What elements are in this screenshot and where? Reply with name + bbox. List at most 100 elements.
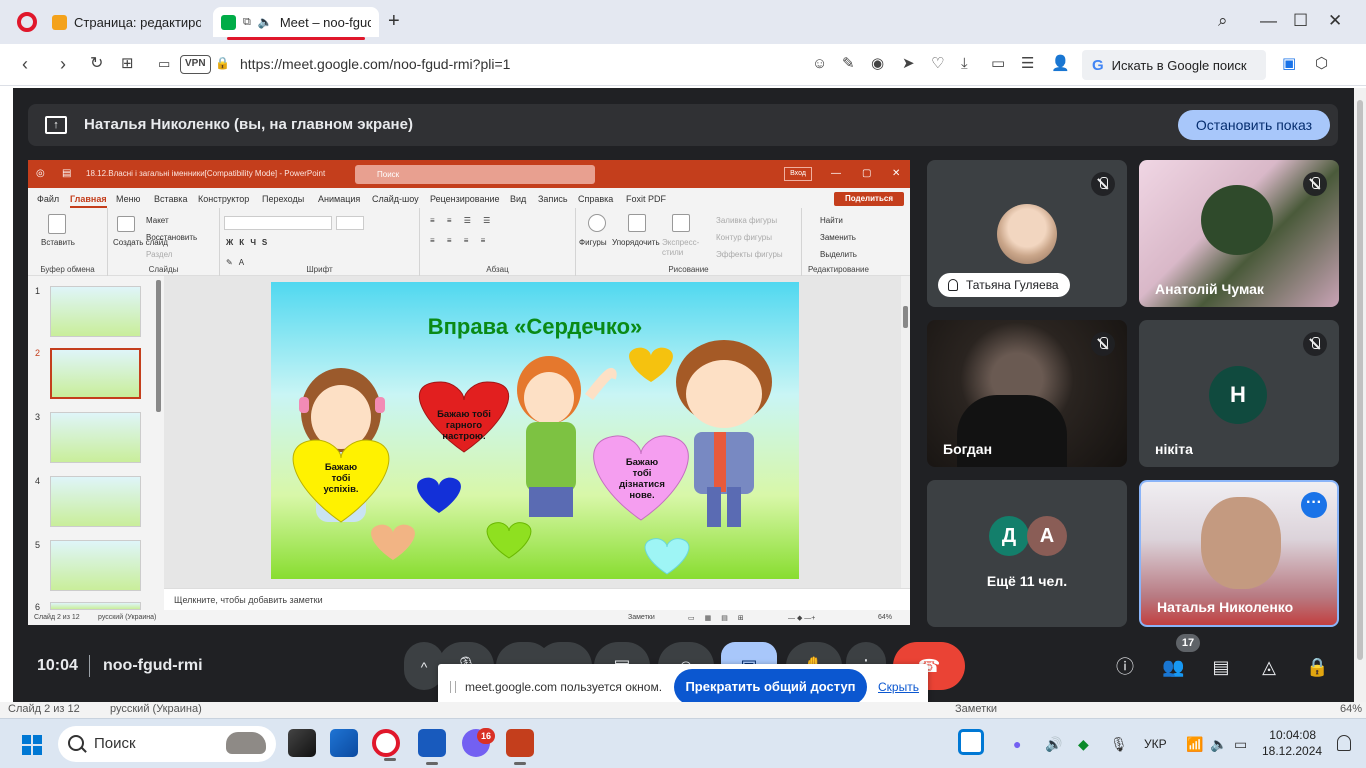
ghost-slide-counter: Слайд 2 из 12	[8, 703, 80, 715]
stop-presenting-button[interactable]: Остановить показ	[1178, 110, 1330, 140]
opera-taskbar-icon[interactable]	[372, 729, 400, 761]
easy-setup-icon[interactable]: ☰	[1021, 54, 1034, 74]
ppt-tab: Конструктор	[198, 194, 250, 204]
participant-tile-tatyana[interactable]: Татьяна Гуляева	[927, 160, 1127, 307]
send-icon[interactable]: ➤	[902, 54, 915, 74]
participant-count-badge: 17	[1176, 634, 1200, 652]
ppt-tab-home: Главная	[70, 194, 107, 208]
windows-start-icon[interactable]	[22, 735, 42, 755]
maximize-icon[interactable]: ☐	[1293, 10, 1308, 32]
snapshot-icon[interactable]: ◉	[871, 54, 884, 74]
opera-logo-icon[interactable]	[17, 12, 37, 32]
word-taskbar-icon[interactable]	[418, 729, 446, 765]
presenting-banner: ↑ Наталья Николенко (вы, на главном экра…	[28, 104, 1338, 146]
volume-tray-icon[interactable]: 🔊	[1045, 736, 1062, 753]
battery-tray-icon[interactable]: ▭	[1234, 736, 1247, 753]
boy-figure-right	[676, 340, 772, 527]
font-caption: Шрифт	[306, 265, 333, 274]
powerpoint-taskbar-icon[interactable]	[506, 729, 534, 765]
reload-icon[interactable]: ↻	[90, 53, 103, 75]
slide-thumbnail-pane: 1 2 3 4 5 6	[28, 276, 164, 612]
chat-icon[interactable]: ▤	[1210, 656, 1232, 678]
new-tab-button[interactable]: +	[388, 10, 400, 32]
vpn-badge[interactable]: VPN	[180, 55, 211, 74]
video-face-shape	[1201, 497, 1281, 589]
chevron-up-icon: ^	[420, 659, 428, 675]
thumb-number: 3	[35, 412, 41, 422]
participant-tile-bogdan[interactable]: Богдан	[927, 320, 1127, 467]
more-participants-tile[interactable]: Д А Ещё 11 чел.	[927, 480, 1127, 627]
security-tray-icon[interactable]: ◆	[1078, 736, 1089, 753]
speed-dial-icon[interactable]: ⊞	[121, 53, 134, 75]
viber-tray-icon[interactable]: ●	[1013, 736, 1021, 752]
stop-sharing-button[interactable]: Прекратить общий доступ	[674, 669, 867, 705]
paragraph-group: ≡ ≡ ☰ ☰ ≡ ≡ ≡ ≡ Абзац	[420, 208, 576, 276]
store-icon[interactable]	[330, 729, 358, 757]
google-logo-icon: G	[1092, 56, 1104, 74]
ppt-file-name: 18.12.Власні і загальні іменники[Compati…	[86, 169, 326, 178]
hide-notice-link[interactable]: Скрыть	[878, 680, 919, 694]
browser-search-icon[interactable]: ⌕	[1218, 10, 1228, 32]
camera-icon[interactable]: ▭	[158, 53, 170, 75]
speaker-tray-icon[interactable]: 🔈	[1210, 736, 1227, 753]
speaker-icon[interactable]: 🔈	[258, 15, 273, 29]
battery-icon[interactable]: ▭	[991, 54, 1005, 74]
page-scrollbar[interactable]	[1354, 88, 1366, 710]
tab-label: Meet – noo-fgud-r	[279, 14, 371, 30]
ppt-tab: Вид	[510, 194, 527, 204]
tab-sites-editor[interactable]: Страница: редактирован	[44, 7, 209, 37]
minimize-icon[interactable]: —	[1260, 10, 1277, 32]
autosave-icon: ◎	[36, 168, 45, 179]
quick-styles-label: Экспресс-стили	[662, 238, 700, 257]
input-language[interactable]: УКР	[1144, 737, 1167, 751]
task-view-icon[interactable]	[288, 729, 316, 757]
drag-handle-icon[interactable]	[450, 681, 456, 693]
meeting-info-icon[interactable]: ⓘ	[1114, 656, 1136, 678]
emoji-icon[interactable]: ☺	[812, 54, 827, 74]
participant-name: нікіта	[1155, 441, 1193, 457]
download-icon[interactable]: ⤓	[961, 54, 968, 74]
url-field[interactable]: https://meet.google.com/noo-fgud-rmi?pli…	[240, 56, 510, 72]
slides-caption: Слайды	[148, 265, 179, 274]
wifi-tray-icon[interactable]: 📶	[1186, 736, 1203, 753]
participant-tile-anatoliy[interactable]: Анатолій Чумак	[1139, 160, 1339, 307]
edit-icon[interactable]: ✎	[842, 54, 855, 74]
paste-label: Вставить	[41, 238, 75, 247]
slide-thumbnail-4	[50, 476, 141, 527]
host-controls-icon[interactable]: 🔒	[1306, 656, 1328, 678]
activities-icon[interactable]: ◬	[1258, 656, 1280, 678]
close-window-icon[interactable]: ✕	[1328, 10, 1342, 32]
tab-google-meet[interactable]: ⧉ 🔈 Meet – noo-fgud-r	[213, 7, 379, 40]
google-search-box[interactable]: G Искать в Google поиск	[1082, 50, 1266, 80]
scrollbar-thumb[interactable]	[1357, 100, 1363, 660]
snap-layout-icon[interactable]	[958, 729, 984, 755]
extensions-icon[interactable]: ⬡	[1315, 54, 1328, 74]
people-icon[interactable]: 👥	[1162, 656, 1184, 678]
windows-taskbar: Поиск 16 ● 🔊 ◆ 🎙 УКР 📶 🔈 ▭ 10:04:08 18.1…	[0, 718, 1366, 768]
lock-icon[interactable]: 🔒	[215, 56, 230, 70]
mic-tray-icon[interactable]: 🎙	[1110, 736, 1128, 753]
arrange-label: Упорядочить	[612, 238, 660, 247]
forward-icon[interactable]: ›	[60, 53, 66, 75]
slides-group: Создать слайд Макет Восстановить Раздел …	[108, 208, 220, 276]
participant-photo	[997, 204, 1057, 264]
heart-icon[interactable]: ♡	[931, 54, 944, 74]
more-options-icon[interactable]: ···	[1301, 492, 1327, 518]
back-icon[interactable]: ‹	[22, 53, 28, 75]
picture-in-picture-icon[interactable]: ⧉	[243, 16, 251, 29]
profile-icon[interactable]: 👤	[1051, 54, 1070, 74]
divider	[89, 655, 90, 677]
participant-tile-self[interactable]: ··· Наталья Николенко	[1139, 480, 1339, 627]
participant-tile-nikita[interactable]: Н нікіта	[1139, 320, 1339, 467]
browser-tab-bar: Страница: редактирован ⧉ 🔈 Meet – noo-fg…	[0, 0, 1366, 44]
notification-bell-icon[interactable]	[1337, 735, 1351, 751]
sidebar-icon[interactable]: ▣	[1282, 54, 1296, 74]
meeting-clock: 10:04	[37, 657, 78, 674]
heart-gold	[629, 347, 673, 382]
ppt-search: Поиск	[355, 165, 595, 184]
taskbar-time[interactable]: 10:04:08	[1262, 728, 1316, 742]
heart-cyan	[644, 538, 690, 575]
participant-avatar: Н	[1209, 366, 1267, 424]
taskbar-date[interactable]: 18.12.2024	[1262, 744, 1322, 758]
slide-vscroll-thumb	[903, 306, 908, 328]
